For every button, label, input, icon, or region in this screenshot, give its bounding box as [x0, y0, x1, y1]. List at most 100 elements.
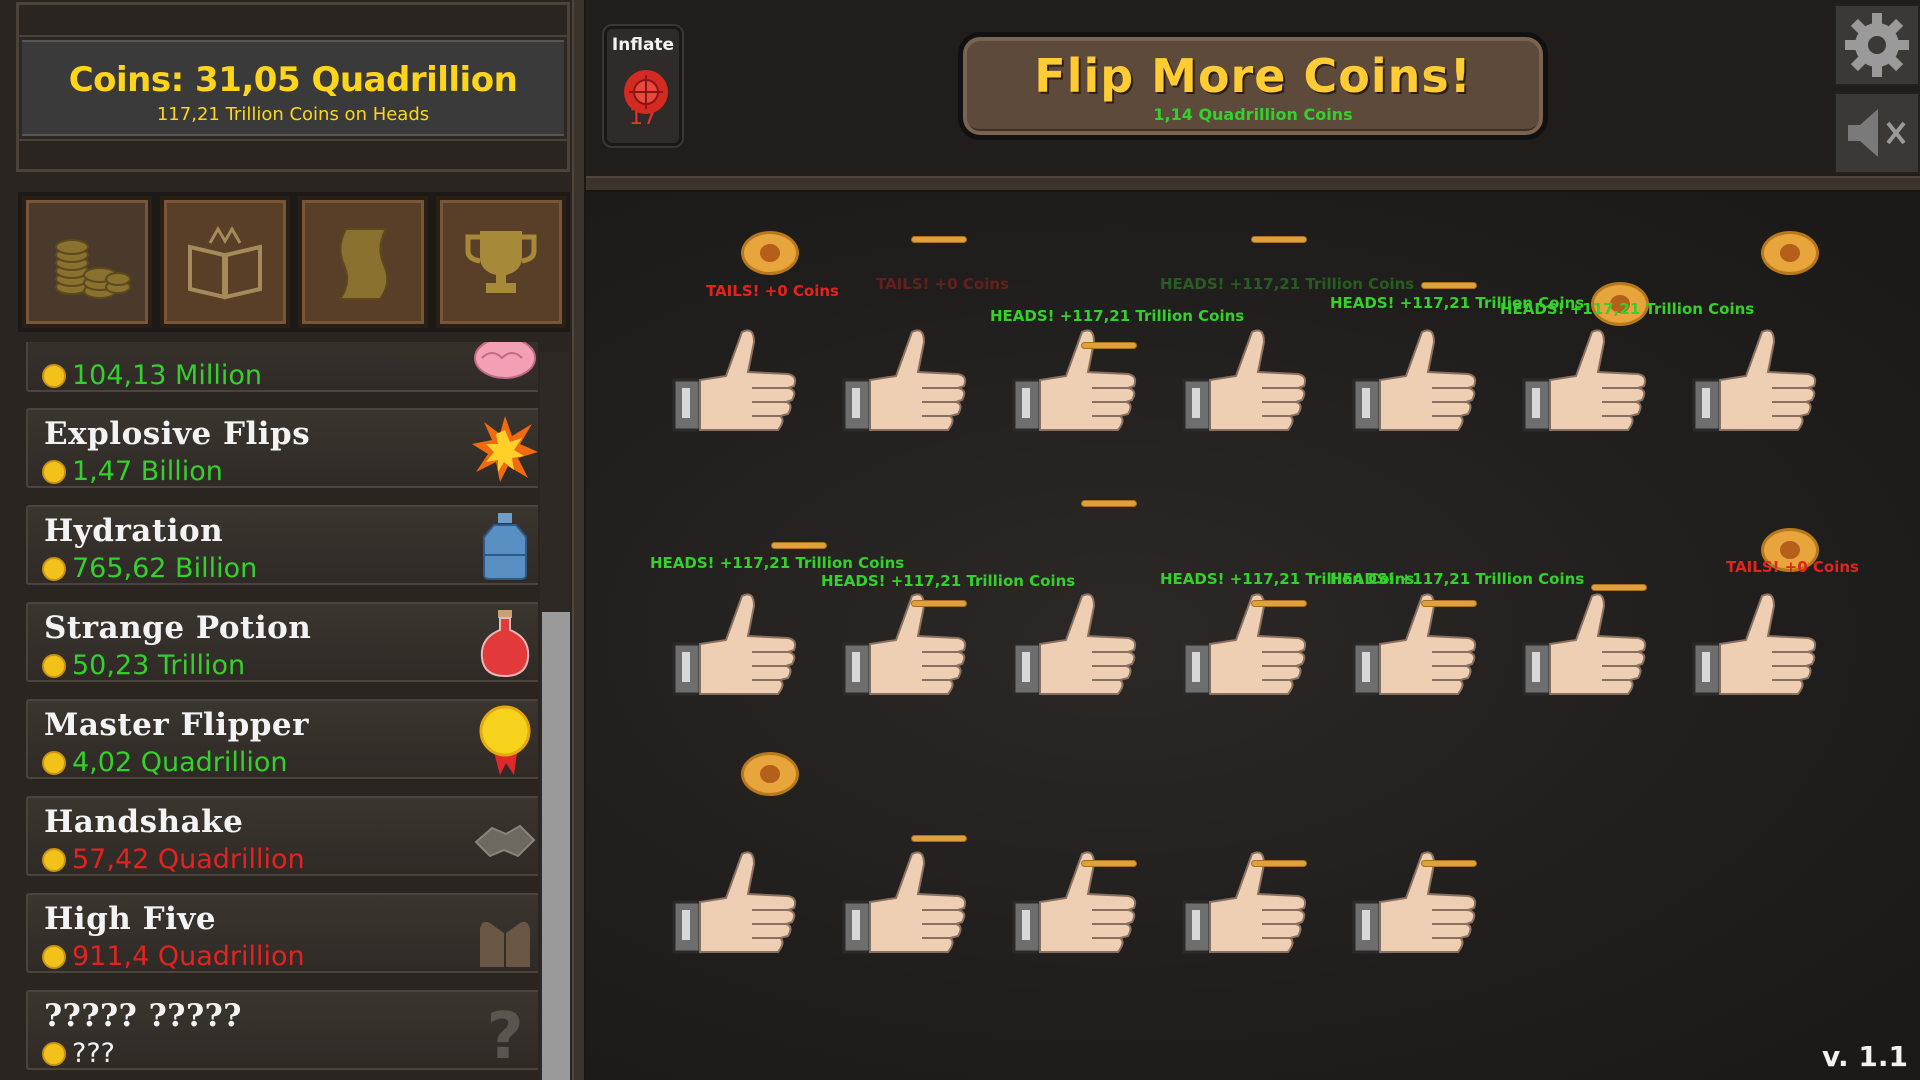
svg-text:?: ? [486, 1000, 523, 1066]
heads-result-text: HEADS! +117,21 Trillion Coins [1330, 570, 1585, 588]
coin-edge-icon [1081, 860, 1137, 867]
tab-book[interactable] [160, 196, 290, 328]
coin-icon [42, 460, 66, 484]
inflate-label: Inflate [611, 35, 675, 55]
flipping-hand [1690, 318, 1820, 448]
coin-icon [42, 364, 66, 388]
settings-button[interactable] [1834, 4, 1920, 86]
flipping-hand [1010, 318, 1140, 448]
coin-icon [42, 945, 66, 969]
shop-list: 104,13 Million Explosive Flips 1,47 Bill… [18, 342, 538, 1080]
item-name: Strange Potion [44, 610, 312, 646]
tails-result-text: TAILS! +0 Coins [876, 275, 1009, 293]
tab-upgrades[interactable] [22, 196, 152, 328]
coin-edge-icon [1421, 860, 1477, 867]
flip-button-cost: 1,14 Quadrillion Coins [1153, 105, 1353, 124]
flipping-hand [1520, 318, 1650, 448]
potion-icon [480, 610, 530, 678]
coin-edge-icon [911, 835, 967, 842]
item-price: 1,47 Billion [72, 456, 223, 487]
item-price: 104,13 Million [72, 360, 262, 391]
heads-result-text: HEADS! +117,21 Trillion Coins [990, 307, 1245, 325]
shop-item-hydration[interactable]: Hydration 765,62 Billion [26, 505, 538, 585]
shop-item-explosive-flips[interactable]: Explosive Flips 1,47 Billion [26, 408, 538, 488]
item-price: 911,4 Quadrillion [72, 941, 305, 972]
flipping-hand [840, 840, 970, 970]
flip-button-label: Flip More Coins! [1034, 49, 1472, 103]
shop-item-locked[interactable]: ????? ????? ??? ? [26, 990, 538, 1070]
mute-button[interactable] [1834, 92, 1920, 174]
coin-edge-icon [1421, 600, 1477, 607]
panel-divider [572, 0, 586, 1080]
flipping-hand [670, 318, 800, 448]
coin-icon [42, 654, 66, 678]
flipping-hand [670, 840, 800, 970]
coins-on-heads: 117,21 Trillion Coins on Heads [156, 104, 430, 125]
brain-icon [474, 342, 536, 379]
shop-item-brain[interactable]: 104,13 Million [26, 342, 538, 392]
heads-result-text: HEADS! +117,21 Trillion Coins [1160, 275, 1415, 293]
game-screen: Coins: 31,05 Quadrillion 117,21 Trillion… [0, 0, 1920, 1080]
flipping-hand [1690, 582, 1820, 712]
top-divider [586, 176, 1920, 192]
coin-edge-icon [771, 542, 827, 549]
item-name: Hydration [44, 513, 224, 549]
shop-item-strange-potion[interactable]: Strange Potion 50,23 Trillion [26, 602, 538, 682]
item-price: 50,23 Trillion [72, 650, 246, 681]
flipping-hand [840, 318, 970, 448]
item-price: 765,62 Billion [72, 553, 258, 584]
shop-item-handshake[interactable]: Handshake 57,42 Quadrillion [26, 796, 538, 876]
scroll-icon [338, 228, 389, 300]
item-name: High Five [44, 901, 217, 937]
coin-edge-icon [1591, 584, 1647, 591]
question-mark-icon: ? [486, 1000, 523, 1066]
item-price: 57,42 Quadrillion [72, 844, 305, 875]
coin-edge-icon [911, 600, 967, 607]
explosion-icon [472, 416, 538, 482]
heads-result-text: HEADS! +117,21 Trillion Coins [1500, 300, 1755, 318]
coin-edge-icon [1251, 860, 1307, 867]
version-label: v. 1.1 [1822, 1040, 1908, 1073]
coin-icon [42, 848, 66, 872]
gear-icon [1845, 13, 1909, 77]
flipping-hand [1520, 582, 1650, 712]
inflate-icon [624, 70, 668, 114]
heads-result-text: HEADS! +117,21 Trillion Coins [821, 572, 1076, 590]
shop-item-master-flipper[interactable]: Master Flipper 4,02 Quadrillion [26, 699, 538, 779]
coin-face-icon [1761, 231, 1819, 275]
item-name: Explosive Flips [44, 416, 311, 452]
coin-icon [42, 557, 66, 581]
flip-more-coins-button[interactable]: Flip More Coins! 1,14 Quadrillion Coins [958, 32, 1548, 140]
trophy-icon [465, 231, 537, 293]
shop-item-high-five[interactable]: High Five 911,4 Quadrillion [26, 893, 538, 973]
coin-icon [42, 751, 66, 775]
scrollbar-thumb[interactable] [542, 612, 570, 1080]
coin-edge-icon [1251, 600, 1307, 607]
tab-achievements[interactable] [436, 196, 566, 328]
flipping-hand [1350, 318, 1480, 448]
left-panel: Coins: 31,05 Quadrillion 117,21 Trillion… [0, 0, 580, 1080]
book-icon [188, 226, 262, 300]
coin-edge-icon [1081, 342, 1137, 349]
item-name: Handshake [44, 804, 244, 840]
coin-total: Coins: 31,05 Quadrillion [68, 60, 518, 100]
coin-edge-icon [1251, 236, 1307, 243]
item-name: Master Flipper [44, 707, 309, 743]
medal-icon [479, 705, 531, 775]
category-tabs [18, 192, 570, 332]
inflate-button[interactable]: Inflate 17 [604, 26, 682, 146]
item-price: 4,02 Quadrillion [72, 747, 288, 778]
coin-face-icon [741, 231, 799, 275]
handshake-icon [474, 824, 536, 858]
flipping-hand [1010, 582, 1140, 712]
coin-stack-icon [55, 239, 131, 299]
heads-result-text: HEADS! +117,21 Trillion Coins [650, 554, 905, 572]
water-jug-icon [483, 513, 527, 580]
coin-edge-icon [1421, 282, 1477, 289]
coin-display: Coins: 31,05 Quadrillion 117,21 Trillion… [22, 40, 564, 136]
speaker-muted-icon [1848, 109, 1906, 157]
tab-scroll[interactable] [298, 196, 428, 328]
tails-result-text: TAILS! +0 Coins [1726, 558, 1859, 576]
tails-result-text: TAILS! +0 Coins [706, 282, 839, 300]
coin-face-icon [741, 752, 799, 796]
